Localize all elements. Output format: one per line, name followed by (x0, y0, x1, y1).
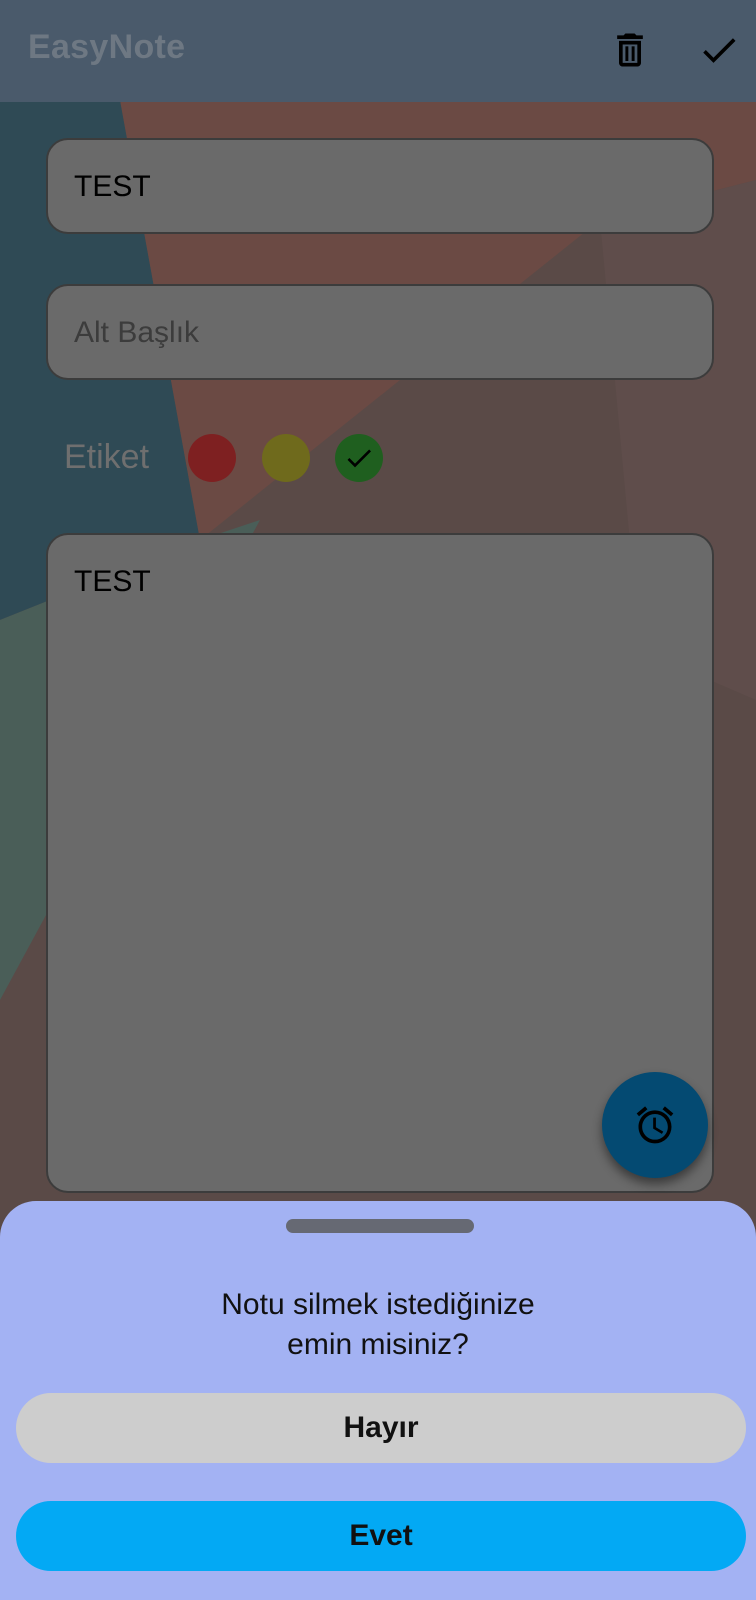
tag-label: Etiket (64, 438, 150, 476)
tag-color-green[interactable] (335, 434, 383, 482)
check-icon (347, 449, 371, 468)
sheet-drag-handle[interactable] (286, 1219, 474, 1233)
reminder-fab[interactable] (602, 1072, 708, 1178)
title-field[interactable]: TEST (46, 138, 714, 234)
confirm-question: Notu silmek istediğinize emin misiniz? (0, 1285, 756, 1365)
trash-icon[interactable] (608, 28, 652, 72)
tag-color-yellow[interactable] (262, 434, 310, 482)
subtitle-placeholder: Alt Başlık (74, 316, 200, 349)
confirm-question-line1: Notu silmek istediğinize (221, 1288, 535, 1321)
check-icon[interactable] (697, 28, 741, 72)
top-app-bar: EasyNote (0, 0, 756, 102)
tag-color-red[interactable] (188, 434, 236, 482)
yes-button[interactable]: Evet (16, 1501, 746, 1571)
note-body-value: TEST (74, 565, 151, 598)
alarm-icon (636, 1106, 674, 1144)
no-button[interactable]: Hayır (16, 1393, 746, 1463)
title-value: TEST (74, 170, 151, 203)
subtitle-field[interactable]: Alt Başlık (46, 284, 714, 380)
confirm-question-line2: emin misiniz? (287, 1328, 469, 1361)
delete-confirm-sheet: Notu silmek istediğinize emin misiniz? H… (0, 1201, 756, 1600)
app-title: EasyNote (28, 28, 186, 66)
